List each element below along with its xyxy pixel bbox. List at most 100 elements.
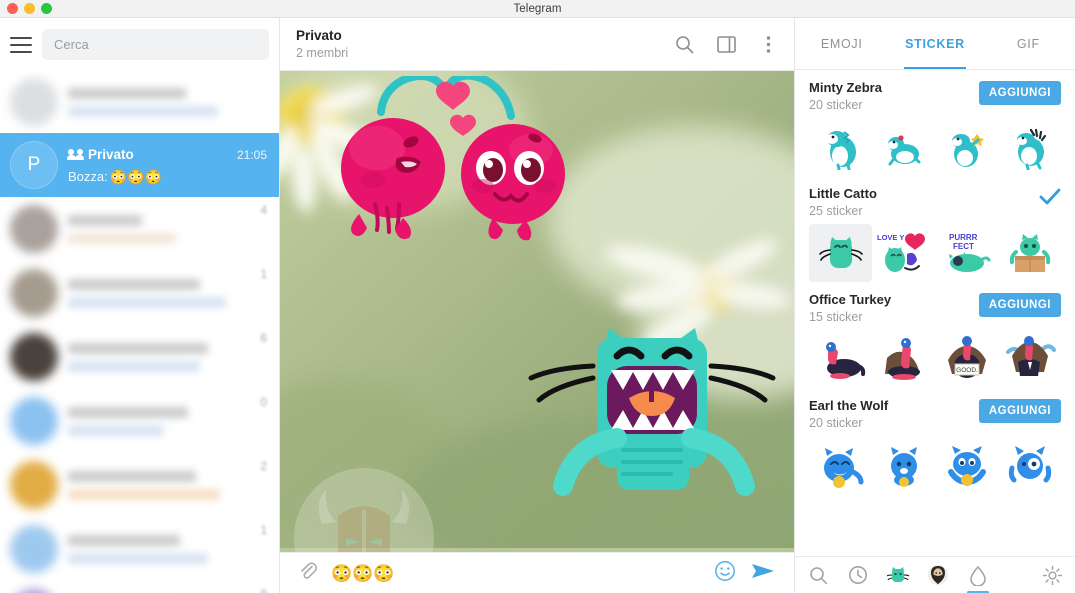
sticker-turkey-suit[interactable] [998, 330, 1061, 388]
message-input[interactable]: 😳😳😳 [331, 565, 700, 582]
sticker-pack-list[interactable]: Minty Zebra 20 sticker AGGIUNGI Little C… [795, 70, 1075, 556]
sticker-zebra-standing[interactable] [809, 118, 872, 176]
avatar [10, 269, 58, 317]
list-item-time: 9 [260, 587, 267, 593]
list-item[interactable]: 1 [0, 261, 279, 325]
list-item-time: 1 [260, 267, 267, 281]
sticker-message-cherries[interactable] [325, 76, 635, 296]
sticker-pack-office-turkey: Office Turkey 15 sticker AGGIUNGI GOOD. [795, 282, 1075, 388]
list-item[interactable]: 1 [0, 517, 279, 581]
list-item-text [68, 342, 250, 372]
sticker-catto-whiskers[interactable] [809, 224, 872, 282]
pack-title: Office Turkey [809, 292, 892, 307]
chat-header-titles[interactable]: Privato 2 membri [296, 28, 674, 60]
window-titlebar: Telegram [0, 0, 1075, 18]
lincoln-pack-icon[interactable] [925, 562, 951, 588]
chat-members-count: 2 membri [296, 46, 349, 60]
search-icon[interactable] [674, 34, 694, 54]
list-item[interactable]: 9 [0, 581, 279, 593]
sticker-message-cat[interactable] [525, 326, 794, 526]
search-box[interactable] [42, 29, 269, 60]
pack-title: Earl the Wolf [809, 398, 889, 413]
list-item-text [68, 87, 267, 117]
list-item-time: 0 [260, 395, 267, 409]
gear-settings-icon[interactable] [1039, 562, 1065, 588]
tab-emoji[interactable]: EMOJI [795, 18, 888, 69]
list-item-time: 1 [260, 523, 267, 537]
list-item-text [68, 278, 250, 308]
tab-sticker[interactable]: STICKER [888, 18, 981, 69]
telegram-window: Telegram Cerca P Privato 21:05 Bozza: 😳😳… [0, 0, 1075, 593]
list-item[interactable]: 6 [0, 325, 279, 389]
list-item-title [68, 342, 208, 354]
hamburger-icon[interactable] [10, 36, 32, 53]
cat-pack-icon[interactable] [885, 562, 911, 588]
page-title: Privato [296, 28, 342, 43]
tab-gif[interactable]: GIF [982, 18, 1075, 69]
more-vertical-icon[interactable] [758, 34, 778, 54]
sticker-catto-love-you[interactable]: LOVE Y [872, 224, 935, 282]
pack-header: Little Catto 25 sticker [809, 186, 1061, 218]
sticker-turkey-lying[interactable] [809, 330, 872, 388]
list-item-text [68, 470, 250, 500]
pack-info: Little Catto 25 sticker [809, 186, 1039, 218]
smiley-icon[interactable] [714, 560, 736, 587]
list-item[interactable]: 4 [0, 197, 279, 261]
list-item[interactable] [0, 71, 279, 133]
add-pack-button[interactable]: AGGIUNGI [978, 399, 1061, 423]
draft-label: Bozza: [68, 169, 108, 184]
group-icon [67, 148, 84, 160]
flame-pack-icon[interactable] [965, 562, 991, 593]
list-item-text [68, 406, 250, 436]
sidebar-item-privato[interactable]: P Privato 21:05 Bozza: 😳😳😳 [0, 133, 279, 197]
search-input[interactable] [54, 37, 257, 52]
clock-recent-icon[interactable] [845, 562, 871, 588]
list-item-preview [68, 105, 218, 117]
app-title: Telegram [513, 2, 562, 15]
sticker-bottom-icons [805, 562, 991, 593]
sticker-wolf-surprised[interactable] [998, 436, 1061, 494]
pack-info: Minty Zebra 20 sticker [809, 80, 979, 112]
search-icon[interactable] [805, 562, 831, 588]
sidebar-toolbar [0, 18, 279, 71]
sticker-zebra-lying[interactable] [872, 118, 935, 176]
pack-header: Earl the Wolf 20 sticker AGGIUNGI [809, 398, 1061, 430]
add-pack-button[interactable]: AGGIUNGI [978, 293, 1061, 317]
sticker-catto-purrrfect[interactable]: PURRR FECT [935, 224, 998, 282]
list-item-preview [68, 488, 220, 500]
sticker-wolf-sitting[interactable] [872, 436, 935, 494]
list-item-preview [68, 232, 176, 244]
sticker-zebra-star[interactable] [935, 118, 998, 176]
horned-helmet-avatar [294, 468, 434, 552]
pack-header: Office Turkey 15 sticker AGGIUNGI [809, 292, 1061, 324]
list-item[interactable]: 0 [0, 389, 279, 453]
pack-stickers: LOVE Y PURRR FECT [809, 224, 1061, 282]
avatar [10, 78, 58, 126]
sticker-catto-box[interactable] [998, 224, 1061, 282]
avatar [10, 205, 58, 253]
list-item[interactable]: 2 [0, 453, 279, 517]
split-view-icon[interactable] [716, 34, 736, 54]
pack-stickers: GOOD. [809, 330, 1061, 388]
list-item-title [68, 534, 180, 546]
message-area[interactable] [280, 71, 794, 552]
sticker-pack-minty-zebra: Minty Zebra 20 sticker AGGIUNGI [795, 70, 1075, 176]
sticker-wolf-ball[interactable] [935, 436, 998, 494]
pack-count: 20 sticker [809, 416, 863, 430]
sticker-label-love: LOVE Y [877, 233, 904, 242]
sticker-wolf-laughing[interactable] [809, 436, 872, 494]
sticker-label-good: GOOD. [956, 367, 978, 374]
chat-time: 21:05 [236, 148, 267, 162]
list-item-title [68, 278, 200, 290]
list-item-time: 6 [260, 331, 267, 345]
add-pack-button[interactable]: AGGIUNGI [978, 81, 1061, 105]
chat-list[interactable]: P Privato 21:05 Bozza: 😳😳😳 4 1 6 0 2 1 [0, 71, 279, 593]
sticker-turkey-bowing[interactable] [872, 330, 935, 388]
active-chat-top: Privato 21:05 [67, 146, 267, 162]
sticker-turkey-sign[interactable]: GOOD. [935, 330, 998, 388]
list-item-title [68, 470, 196, 482]
pack-stickers [809, 118, 1061, 176]
sticker-zebra-angry[interactable] [998, 118, 1061, 176]
paperclip-icon[interactable] [298, 561, 318, 585]
send-icon[interactable] [750, 560, 776, 587]
